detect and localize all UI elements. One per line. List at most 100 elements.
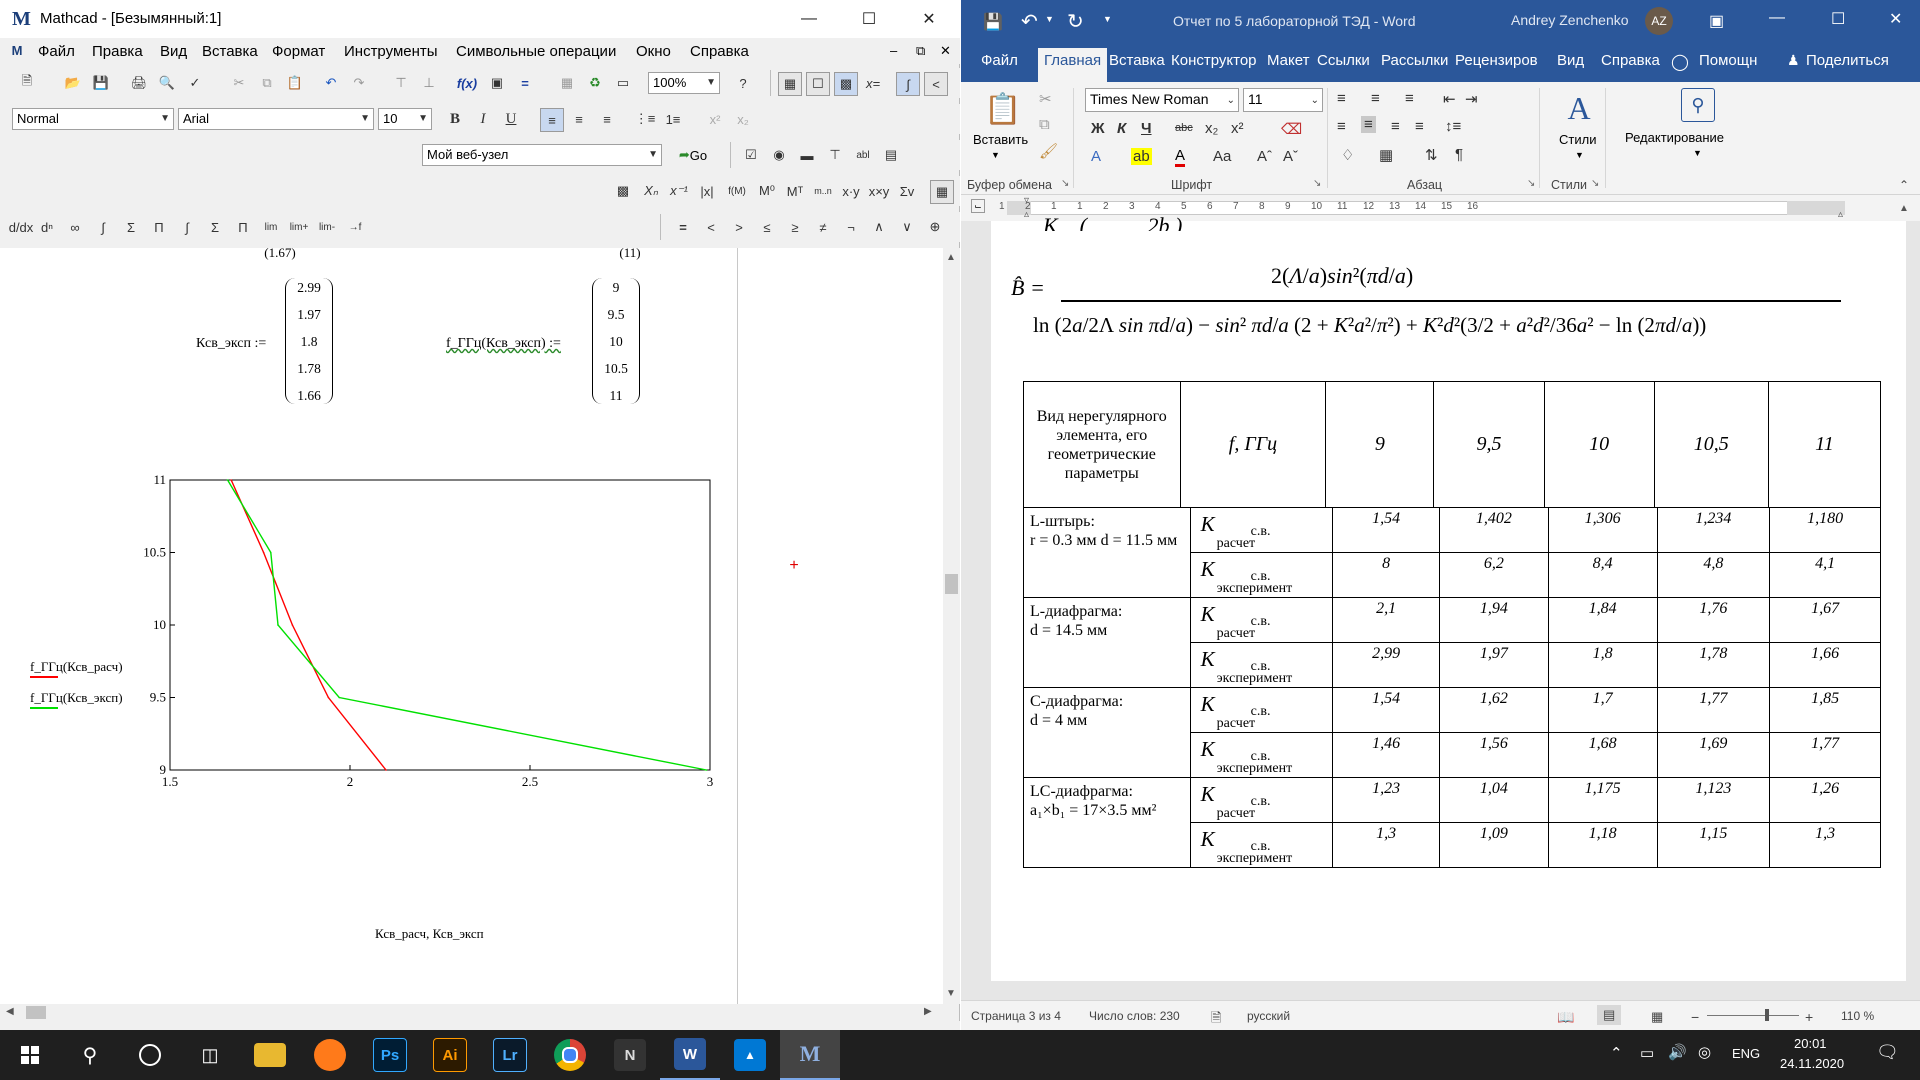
chrome-icon[interactable] [540, 1030, 600, 1080]
paste-dropdown-icon[interactable]: ▼ [991, 150, 1000, 160]
calculator-toolbar-icon[interactable]: ▦ [778, 72, 802, 96]
left-limit-icon[interactable]: lim- [316, 216, 338, 238]
multilevel-list-icon[interactable]: ≡ [1405, 90, 1414, 107]
file-explorer-icon[interactable] [240, 1030, 300, 1080]
evaluation-toolbar-icon[interactable]: x= [862, 72, 884, 94]
bold-button[interactable]: B [444, 108, 466, 130]
read-mode-icon[interactable]: 📖 [1557, 1009, 1574, 1026]
ksv-exp-definition-label[interactable]: Ксв_эксп := [196, 336, 266, 352]
underline-button[interactable]: U [500, 108, 522, 130]
tab-references[interactable]: Ссылки [1317, 52, 1370, 69]
xy-plot[interactable]: 1.5 2 2.5 399.51010.511 [130, 468, 730, 798]
collapse-ribbon-icon[interactable]: ⌃ [1899, 178, 1909, 192]
tell-me[interactable]: Помощн [1699, 52, 1757, 69]
print-icon[interactable]: 🖨 [128, 72, 150, 94]
change-case-icon[interactable]: Aa [1213, 148, 1231, 165]
indefinite-integral-icon[interactable]: ∫ [176, 216, 198, 238]
paste-label[interactable]: Вставить [973, 132, 1028, 147]
spellcheck-icon[interactable]: ✓ [184, 72, 206, 94]
font-color-icon[interactable]: A [1175, 148, 1186, 167]
doc-icon[interactable]: M [8, 40, 26, 60]
copy-icon[interactable]: ⧉ [256, 72, 278, 94]
proofing-icon[interactable]: 🗎 [1211, 1009, 1221, 1031]
menu-view[interactable]: Вид [160, 43, 187, 60]
hanging-indent-icon[interactable]: ▵ [1024, 209, 1029, 220]
align-right-icon[interactable]: ≡ [596, 108, 618, 130]
font-name-combo[interactable]: Times New Roman ⌄ [1085, 88, 1239, 112]
menu-format[interactable]: Формат [272, 43, 325, 60]
tab-review[interactable]: Рецензиров [1455, 52, 1538, 69]
right-limit-icon[interactable]: lim+ [288, 216, 310, 238]
inverse-icon[interactable]: x⁻¹ [668, 180, 690, 202]
close-icon[interactable]: ✕ [1889, 9, 1902, 29]
or-icon[interactable]: ∨ [896, 216, 918, 238]
vertical-scrollbar[interactable]: ▲ ▼ [943, 248, 960, 1004]
subscript-button[interactable]: x₂ [1205, 120, 1218, 137]
not-icon[interactable]: ¬ [840, 216, 862, 238]
line-spacing-icon[interactable]: ↕≡ [1445, 118, 1461, 135]
right-indent-icon[interactable]: ▵ [1838, 209, 1843, 220]
infinity-icon[interactable]: ∞ [64, 216, 86, 238]
hscroll-thumb[interactable] [26, 1006, 46, 1019]
radio-control-icon[interactable]: ◉ [768, 144, 790, 166]
greater-equal-icon[interactable]: ≥ [784, 216, 806, 238]
maximize-button[interactable]: ☐ [846, 0, 892, 38]
close-button[interactable]: ✕ [906, 0, 952, 38]
font-launcher-icon[interactable]: ↘ [1313, 178, 1321, 189]
ribbon-display-icon[interactable]: ▣ [1709, 11, 1724, 31]
lightroom-icon[interactable]: Lr [480, 1030, 540, 1080]
shading-icon[interactable]: ♢ [1341, 146, 1354, 164]
undo-icon[interactable]: ↶ [1021, 9, 1038, 34]
network-icon[interactable]: ◎ [1698, 1043, 1711, 1061]
and-icon[interactable]: ∧ [868, 216, 890, 238]
component-icon[interactable]: ▦ [556, 72, 578, 94]
strikethrough-button[interactable]: abc [1175, 122, 1193, 134]
tab-insert[interactable]: Вставка [1109, 52, 1165, 69]
worksheet[interactable]: (1.67) (11) Ксв_эксп := 2.99 1.97 1.8 1.… [0, 246, 945, 1004]
superscript-button[interactable]: x² [1231, 120, 1244, 137]
align-left-icon[interactable]: ≡ [540, 108, 564, 132]
justify-icon[interactable]: ≡ [1415, 118, 1424, 135]
firefox-icon[interactable] [300, 1030, 360, 1080]
f-ghz-matrix[interactable]: 9 9.5 10 10.5 11 [592, 278, 640, 404]
equal-icon[interactable]: = [672, 216, 694, 238]
align-right-icon[interactable]: ≡ [1391, 118, 1400, 135]
range-product-icon[interactable]: Π [232, 216, 254, 238]
superscript-icon[interactable]: x² [704, 108, 726, 130]
language[interactable]: русский [1247, 1009, 1290, 1023]
clock-date[interactable]: 24.11.2020 [1780, 1056, 1844, 1071]
tab-selector-icon[interactable]: ⌙ [971, 199, 985, 213]
minimize-button[interactable]: — [786, 0, 832, 38]
styles-launcher-icon[interactable]: ↘ [1591, 178, 1599, 189]
cut-icon[interactable]: ✂ [1039, 90, 1052, 108]
subscript-index-icon[interactable]: Xₙ [640, 180, 662, 202]
bullets-icon[interactable]: ⋮≡ [634, 108, 656, 130]
help-icon[interactable]: ? [732, 72, 754, 94]
vector-sum-icon[interactable]: Σv [896, 180, 918, 202]
insert-function-icon[interactable]: f(x) [456, 72, 478, 94]
scroll-right-icon[interactable]: ▶ [924, 1006, 932, 1017]
styles-icon[interactable]: A [1557, 88, 1601, 128]
superscript-column-icon[interactable]: M⁰ [756, 180, 778, 202]
limit-icon[interactable]: lim [260, 216, 282, 238]
scroll-left-icon[interactable]: ◀ [6, 1006, 14, 1017]
cortana-icon[interactable] [120, 1030, 180, 1080]
dot-product-icon[interactable]: x·y [840, 180, 862, 202]
web-layout-icon[interactable]: ▦ [1651, 1009, 1663, 1025]
scroll-up-icon[interactable]: ▲ [1899, 203, 1909, 214]
less-equal-icon[interactable]: ≤ [756, 216, 778, 238]
scroll-down-icon[interactable]: ▼ [946, 988, 956, 999]
find-icon[interactable]: ⚲ [1681, 88, 1715, 122]
paste-icon[interactable]: 📋 [284, 72, 306, 94]
zoom-level[interactable]: 110 % [1841, 1009, 1874, 1023]
clear-formatting-icon[interactable]: ⌫ [1281, 120, 1302, 138]
decrease-indent-icon[interactable]: ⇤ [1443, 90, 1456, 108]
zoom-slider[interactable] [1707, 1015, 1799, 1016]
range-sum-icon[interactable]: Σ [204, 216, 226, 238]
hyperlink-icon[interactable]: ▭ [612, 72, 634, 94]
product-icon[interactable]: Π [148, 216, 170, 238]
undo-dropdown-icon[interactable]: ▼ [1045, 14, 1054, 24]
show-hidden-icons[interactable]: ⌃ [1610, 1044, 1623, 1062]
numbering-icon[interactable]: ≡ [1371, 90, 1380, 107]
size-combo[interactable]: 10 ▼ [378, 108, 432, 130]
